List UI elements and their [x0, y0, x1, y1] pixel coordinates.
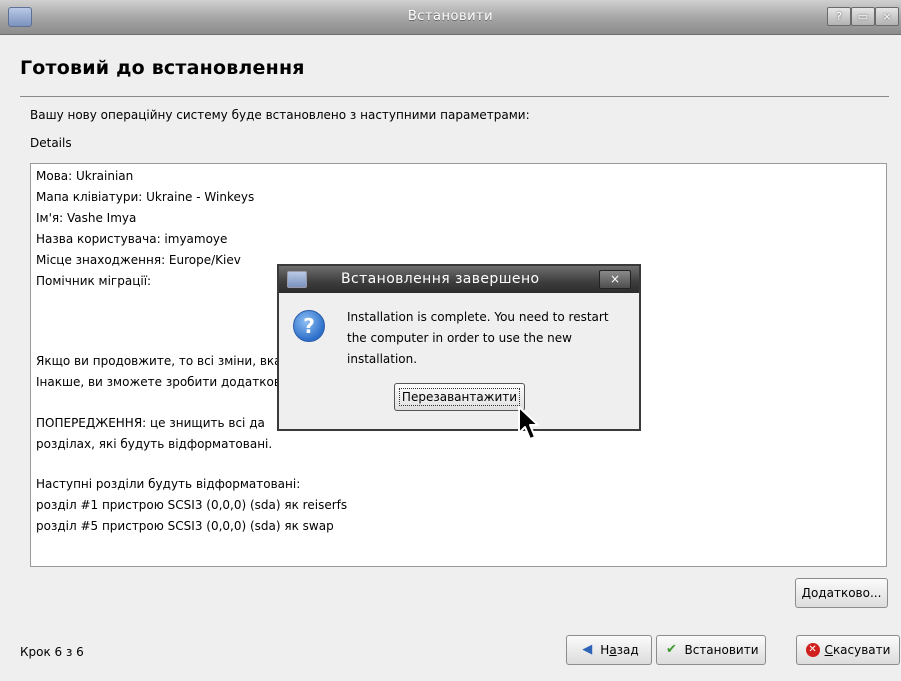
dialog-close-button[interactable]: × — [599, 270, 631, 289]
details-line: розділах, які будуть відформатовані. — [36, 437, 273, 451]
details-line: ПОПЕРЕДЖЕННЯ: це знищить всі да — [36, 416, 265, 430]
mouse-pointer-icon — [518, 406, 539, 440]
details-line: Мапа клівіатури: Ukraine - Winkeys — [36, 190, 255, 204]
intro-text: Вашу нову операційну систему буде встано… — [30, 108, 530, 122]
advanced-button[interactable]: Додатково... — [795, 578, 888, 608]
details-line: Інакше, ви зможете зробити додатков — [36, 375, 281, 389]
restart-button-label: Перезавантажити — [398, 388, 521, 406]
details-line: Місце знаходження: Europe/Kiev — [36, 253, 241, 267]
restart-button[interactable]: Перезавантажити — [394, 383, 525, 411]
details-line: Мова: Ukrainian — [36, 169, 134, 183]
dialog-title: Встановлення завершено — [341, 271, 540, 287]
dialog-titlebar: Встановлення завершено × — [279, 266, 639, 293]
details-line: Наступні розділи будуть відформатовані: — [36, 477, 301, 491]
installer-icon — [287, 271, 307, 288]
details-line: Помічник міграції: — [36, 274, 152, 288]
details-line: Якщо ви продовжите, то всі зміни, вка — [36, 354, 282, 368]
divider — [20, 96, 889, 97]
details-line: розділ #1 пристрою SCSI3 (0,0,0) (sda) я… — [36, 498, 348, 512]
back-button[interactable]: ◀ Назад — [566, 635, 652, 665]
arrow-left-icon: ◀ — [582, 642, 593, 657]
dialog-message: Installation is complete. You need to re… — [347, 310, 609, 366]
details-line: розділ #5 пристрою SCSI3 (0,0,0) (sda) я… — [36, 519, 334, 533]
back-button-label: Назад — [600, 643, 639, 657]
close-window-button[interactable]: × — [875, 7, 899, 26]
install-button-label: Встановити — [684, 643, 759, 657]
window-titlebar: Встановити ? ▭ × — [0, 0, 901, 35]
maximize-button[interactable]: ▭ — [851, 7, 875, 26]
check-icon: ✔ — [666, 642, 677, 657]
cancel-button[interactable]: ✕ Скасувати — [796, 635, 900, 665]
install-button[interactable]: ✔ Встановити — [656, 635, 766, 665]
installation-complete-dialog: Встановлення завершено × ? Installation … — [277, 264, 641, 431]
details-line: Назва користувача: imyamoye — [36, 232, 228, 246]
details-line: Ім'я: Vashe Imya — [36, 211, 137, 225]
step-indicator: Крок 6 з 6 — [20, 645, 84, 659]
details-label: Details — [30, 136, 72, 150]
cancel-icon: ✕ — [805, 643, 820, 657]
cancel-button-label: Скасувати — [824, 643, 891, 657]
help-button[interactable]: ? — [827, 7, 851, 26]
page-title: Готовий до встановлення — [20, 57, 305, 79]
window-title: Встановити — [407, 9, 494, 24]
question-icon: ? — [293, 310, 325, 342]
